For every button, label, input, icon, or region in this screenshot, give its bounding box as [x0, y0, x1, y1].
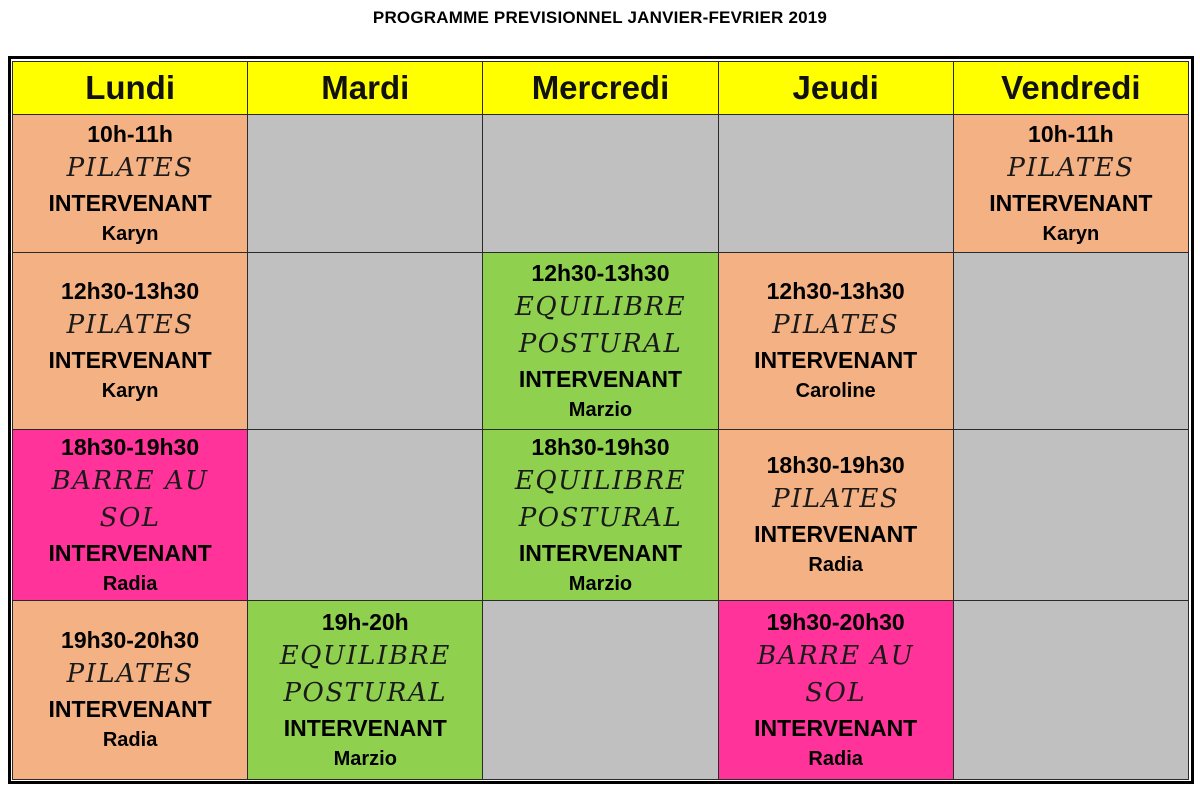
- day-header-mercredi: Mercredi: [482, 61, 719, 115]
- session-time: 18h30-19h30: [766, 452, 905, 478]
- empty-cell: [482, 114, 719, 253]
- session-course: PILATES: [772, 484, 900, 514]
- session-instructor: Radia: [808, 554, 863, 576]
- session-course: PILATES: [66, 310, 194, 340]
- session-cell: 19h30-20h30 PILATES INTERVENANT Radia: [11, 600, 249, 780]
- session-instructor: Karyn: [1042, 222, 1100, 245]
- session-instructor: Radia: [808, 747, 863, 770]
- session-instructor: Karyn: [101, 222, 159, 245]
- page-title: PROGRAMME PREVISIONNEL JANVIER-FEVRIER 2…: [372, 8, 828, 27]
- session-label: INTERVENANT: [48, 696, 212, 722]
- session-course: BARRE AU SOL: [51, 465, 209, 533]
- session-course: PILATES: [772, 310, 900, 340]
- session-label: INTERVENANT: [754, 347, 918, 373]
- session-course: PILATES: [66, 659, 194, 689]
- session-course: EQUILIBRE POSTURAL: [514, 465, 687, 533]
- empty-cell: [247, 252, 484, 430]
- day-header-row: Lundi Mardi Mercredi Jeudi Vendredi: [11, 61, 1190, 115]
- session-cell: 12h30-13h30 PILATES INTERVENANT Karyn: [11, 252, 249, 430]
- empty-cell: [247, 429, 484, 601]
- session-label: INTERVENANT: [518, 365, 683, 392]
- session-instructor: Caroline: [795, 380, 876, 402]
- session-time: 12h30-13h30: [766, 278, 905, 304]
- session-time: 10h-11h: [1028, 120, 1114, 147]
- session-label: INTERVENANT: [48, 189, 212, 216]
- session-label: INTERVENANT: [754, 714, 918, 741]
- empty-cell: [952, 429, 1190, 601]
- session-time: 18h30-19h30: [531, 433, 670, 460]
- session-cell: 19h-20h EQUILIBRE POSTURAL INTERVENANT M…: [247, 600, 484, 780]
- session-label: INTERVENANT: [754, 521, 918, 547]
- session-label: INTERVENANT: [283, 714, 447, 741]
- session-time: 12h30-13h30: [531, 259, 670, 286]
- session-cell: 10h-11h PILATES INTERVENANT Karyn: [952, 114, 1190, 253]
- empty-cell: [952, 600, 1190, 780]
- session-cell: 12h30-13h30 PILATES INTERVENANT Caroline: [717, 252, 954, 430]
- session-course: PILATES: [66, 152, 194, 183]
- session-time: 19h-20h: [321, 608, 409, 635]
- session-label: INTERVENANT: [48, 539, 212, 566]
- session-cell: 19h30-20h30 BARRE AU SOL INTERVENANT Rad…: [717, 600, 954, 780]
- session-instructor: Marzio: [568, 398, 633, 421]
- session-cell: 18h30-19h30 PILATES INTERVENANT Radia: [717, 429, 954, 601]
- session-cell: 18h30-19h30 EQUILIBRE POSTURAL INTERVENA…: [482, 429, 719, 601]
- session-cell: 10h-11h PILATES INTERVENANT Karyn: [11, 114, 249, 253]
- session-label: INTERVENANT: [48, 347, 212, 373]
- day-header-mardi: Mardi: [247, 61, 484, 115]
- schedule-row: 12h30-13h30 PILATES INTERVENANT Karyn 12…: [11, 252, 1190, 430]
- day-header-vendredi: Vendredi: [952, 61, 1190, 115]
- session-label: INTERVENANT: [518, 539, 683, 566]
- schedule-row: 18h30-19h30 BARRE AU SOL INTERVENANT Rad…: [11, 429, 1190, 601]
- empty-cell: [952, 252, 1190, 430]
- empty-cell: [717, 114, 954, 253]
- session-course: BARRE AU SOL: [757, 640, 915, 708]
- empty-cell: [482, 600, 719, 780]
- schedule-row: 19h30-20h30 PILATES INTERVENANT Radia 19…: [11, 600, 1190, 780]
- day-header-jeudi: Jeudi: [717, 61, 954, 115]
- session-course: EQUILIBRE POSTURAL: [279, 640, 451, 708]
- session-course: PILATES: [1007, 152, 1135, 183]
- session-course: EQUILIBRE POSTURAL: [514, 291, 687, 359]
- session-time: 18h30-19h30: [61, 433, 200, 460]
- session-instructor: Marzio: [333, 747, 397, 770]
- session-instructor: Radia: [102, 729, 158, 751]
- empty-cell: [247, 114, 484, 253]
- session-instructor: Marzio: [568, 572, 633, 595]
- session-time: 10h-11h: [87, 120, 173, 147]
- day-header-lundi: Lundi: [11, 61, 249, 115]
- session-time: 19h30-20h30: [61, 627, 200, 653]
- session-cell: 12h30-13h30 EQUILIBRE POSTURAL INTERVENA…: [482, 252, 719, 430]
- session-instructor: Radia: [102, 572, 158, 595]
- session-label: INTERVENANT: [989, 189, 1153, 216]
- session-cell: 18h30-19h30 BARRE AU SOL INTERVENANT Rad…: [11, 429, 249, 601]
- schedule-row: 10h-11h PILATES INTERVENANT Karyn 10h-11…: [11, 114, 1190, 253]
- schedule-table: Lundi Mardi Mercredi Jeudi Vendredi 10h-…: [11, 61, 1190, 780]
- session-instructor: Karyn: [101, 380, 159, 402]
- session-time: 19h30-20h30: [766, 608, 905, 635]
- session-time: 12h30-13h30: [61, 278, 200, 304]
